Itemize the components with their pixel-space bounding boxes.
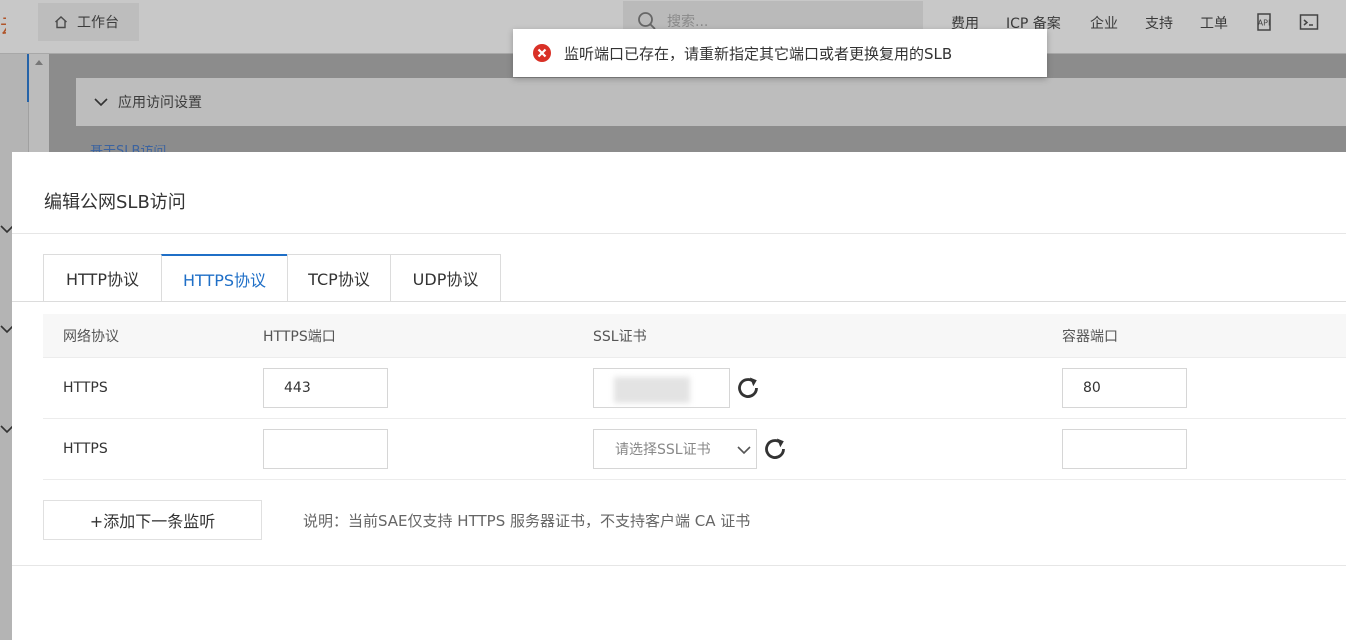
tab-udp[interactable]: UDP协议 xyxy=(390,254,501,302)
terminal-icon[interactable] xyxy=(1299,12,1319,32)
tab-http[interactable]: HTTP协议 xyxy=(43,254,161,302)
workbench-label: 工作台 xyxy=(77,15,119,31)
edit-public-slb-dialog: 编辑公网SLB访问 HTTP协议 HTTPS协议 TCP协议 UDP协议 网络协… xyxy=(12,152,1346,640)
search-icon xyxy=(638,12,656,30)
app-access-settings-section[interactable]: 应用访问设置 xyxy=(76,78,1346,126)
chevron-down-icon xyxy=(737,446,751,455)
error-circle-icon xyxy=(533,44,551,62)
https-port-input[interactable] xyxy=(263,429,388,469)
tab-https[interactable]: HTTPS协议 xyxy=(161,254,287,302)
search-placeholder: 搜索... xyxy=(667,14,709,30)
column-header-protocol: 网络协议 xyxy=(63,328,119,345)
scroll-up-arrow-icon[interactable] xyxy=(35,60,43,65)
error-toast: 监听端口已存在，请重新指定其它端口或者更换复用的SLB xyxy=(513,29,1047,77)
protocol-tabs: HTTP协议 HTTPS协议 TCP协议 UDP协议 xyxy=(43,254,501,302)
row-protocol: HTTPS xyxy=(63,441,108,457)
api-icon[interactable]: API xyxy=(1254,12,1274,32)
ssl-cert-select[interactable] xyxy=(593,368,730,408)
dialog-title: 编辑公网SLB访问 xyxy=(44,192,186,213)
https-cert-note: 说明：当前SAE仅支持 HTTPS 服务器证书，不支持客户端 CA 证书 xyxy=(303,512,751,530)
container-port-input[interactable]: 80 xyxy=(1062,368,1187,408)
nav-enterprise[interactable]: 企业 xyxy=(1090,13,1118,33)
svg-text:API: API xyxy=(1258,19,1271,28)
redacted-cert-name xyxy=(614,377,690,403)
nav-support[interactable]: 支持 xyxy=(1145,13,1173,33)
add-listener-button[interactable]: +添加下一条监听 xyxy=(43,500,262,540)
toast-message: 监听端口已存在，请重新指定其它端口或者更换复用的SLB xyxy=(564,44,953,63)
slb-access-link[interactable]: 基于SLB访问 xyxy=(90,145,166,152)
workbench-button[interactable]: 工作台 xyxy=(38,3,139,41)
table-row: HTTPS 请选择SSL证书 xyxy=(43,419,1346,480)
home-icon xyxy=(55,16,67,29)
container-port-input[interactable] xyxy=(1062,429,1187,469)
tab-tcp[interactable]: TCP协议 xyxy=(287,254,390,302)
table-header: 网络协议 HTTPS端口 SSL证书 容器端口 xyxy=(43,314,1346,358)
column-header-container-port: 容器端口 xyxy=(1062,328,1118,345)
https-port-input[interactable]: 443 xyxy=(263,368,388,408)
divider xyxy=(12,233,1346,234)
refresh-icon[interactable] xyxy=(733,373,763,403)
console-logo[interactable]: 云 xyxy=(0,10,6,34)
row-protocol: HTTPS xyxy=(63,380,108,396)
chevron-down-icon xyxy=(94,98,108,107)
column-header-https-port: HTTPS端口 xyxy=(263,328,336,345)
listener-table: 网络协议 HTTPS端口 SSL证书 容器端口 HTTPS 443 80 HTT… xyxy=(43,314,1346,480)
ssl-cert-placeholder: 请选择SSL证书 xyxy=(615,442,711,458)
ssl-cert-select[interactable]: 请选择SSL证书 xyxy=(593,429,757,469)
table-row: HTTPS 443 80 xyxy=(43,358,1346,419)
refresh-icon[interactable] xyxy=(760,434,790,464)
divider xyxy=(12,565,1346,566)
section-label: 应用访问设置 xyxy=(118,95,202,111)
column-header-ssl-cert: SSL证书 xyxy=(593,328,647,345)
nav-ticket[interactable]: 工单 xyxy=(1200,13,1228,33)
